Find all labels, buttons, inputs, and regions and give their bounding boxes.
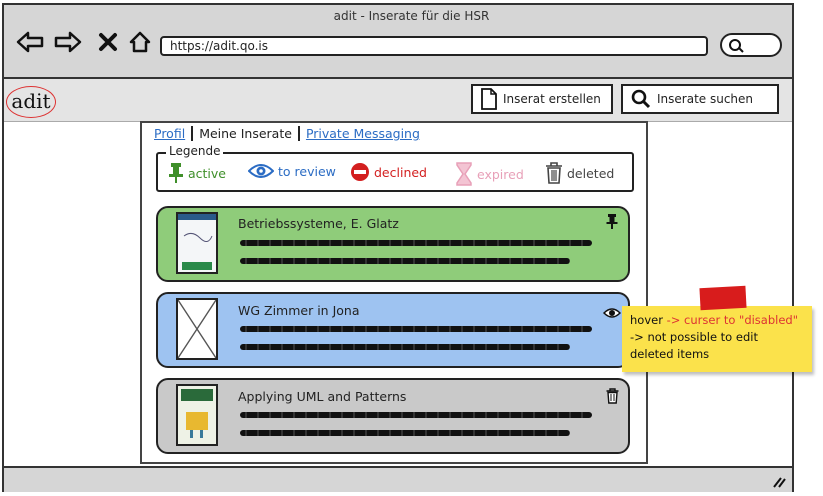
placeholder-cross-icon (177, 299, 217, 359)
legend-item-to-review: to review (248, 162, 336, 180)
book-cover-betriebssysteme (176, 212, 218, 274)
eye-icon (602, 304, 622, 323)
legend-label-active: active (188, 165, 226, 181)
home-icon[interactable] (126, 30, 154, 54)
trash-icon (546, 162, 562, 184)
legend-item-active: active (168, 162, 226, 184)
legend-item-expired: expired (455, 162, 524, 186)
browser-search-box[interactable] (720, 33, 782, 57)
tab-profil[interactable]: Profil (148, 126, 194, 141)
eye-icon (248, 164, 274, 178)
legend-item-declined: declined (350, 162, 427, 182)
book-cover-image (178, 386, 216, 444)
document-icon (481, 88, 497, 110)
listing-description-line (240, 258, 570, 264)
listing-title: WG Zimmer in Jona (238, 303, 360, 318)
note-cursor-hint: -> curser to "disabled" (662, 313, 799, 327)
listing-title: Applying UML and Patterns (238, 389, 407, 404)
close-icon[interactable] (94, 30, 122, 54)
search-listings-label: Inserate suchen (657, 92, 754, 106)
create-listing-button[interactable]: Inserat erstellen (471, 84, 613, 114)
trash-icon (606, 388, 619, 408)
app-logo[interactable]: adit (6, 86, 56, 118)
sticky-tape (699, 285, 747, 311)
note-line-2: -> not possible to edit (630, 330, 758, 344)
legend-label-deleted: deleted (567, 165, 615, 181)
legend-label-declined: declined (374, 164, 427, 180)
legend-title: Legende (166, 144, 224, 158)
search-listings-button[interactable]: Inserate suchen (621, 84, 779, 114)
create-listing-label: Inserat erstellen (503, 92, 601, 106)
book-cover-applying-uml (176, 384, 218, 446)
annotation-sticky-note: hover -> curser to "disabled" -> not pos… (622, 306, 812, 372)
legend-label-to-review: to review (278, 163, 336, 179)
legend-label-expired: expired (477, 166, 524, 182)
note-hover-keyword: hover (630, 313, 663, 327)
book-cover-image (178, 214, 216, 272)
hourglass-icon (456, 162, 472, 186)
address-bar[interactable]: https://adit.qo.is (160, 36, 708, 56)
magnifier-icon (631, 89, 651, 109)
listing-title: Betriebssysteme, E. Glatz (238, 216, 399, 231)
legend-item-deleted: deleted (545, 162, 614, 184)
note-line-3: deleted items (630, 347, 710, 361)
tab-meine-inserate[interactable]: Meine Inserate (193, 126, 300, 141)
listing-description-line (240, 430, 570, 436)
resize-grip-icon[interactable] (772, 476, 786, 492)
forward-arrow-icon[interactable] (54, 30, 82, 54)
pin-icon (169, 163, 183, 183)
pin-icon (606, 214, 618, 234)
image-placeholder (176, 298, 218, 360)
tab-private-messaging[interactable]: Private Messaging (300, 126, 426, 141)
browser-status-bar (4, 466, 792, 492)
no-entry-icon (351, 163, 369, 181)
listing-description-line (240, 344, 570, 350)
listing-description-line (240, 240, 592, 246)
back-arrow-icon[interactable] (16, 30, 44, 54)
window-title: adit - Inserate für die HSR (333, 9, 490, 23)
search-icon (729, 39, 744, 53)
profile-tabs: Profil Meine Inserate Private Messaging (148, 126, 426, 141)
listing-description-line (240, 326, 592, 332)
listing-description-line (240, 412, 592, 418)
